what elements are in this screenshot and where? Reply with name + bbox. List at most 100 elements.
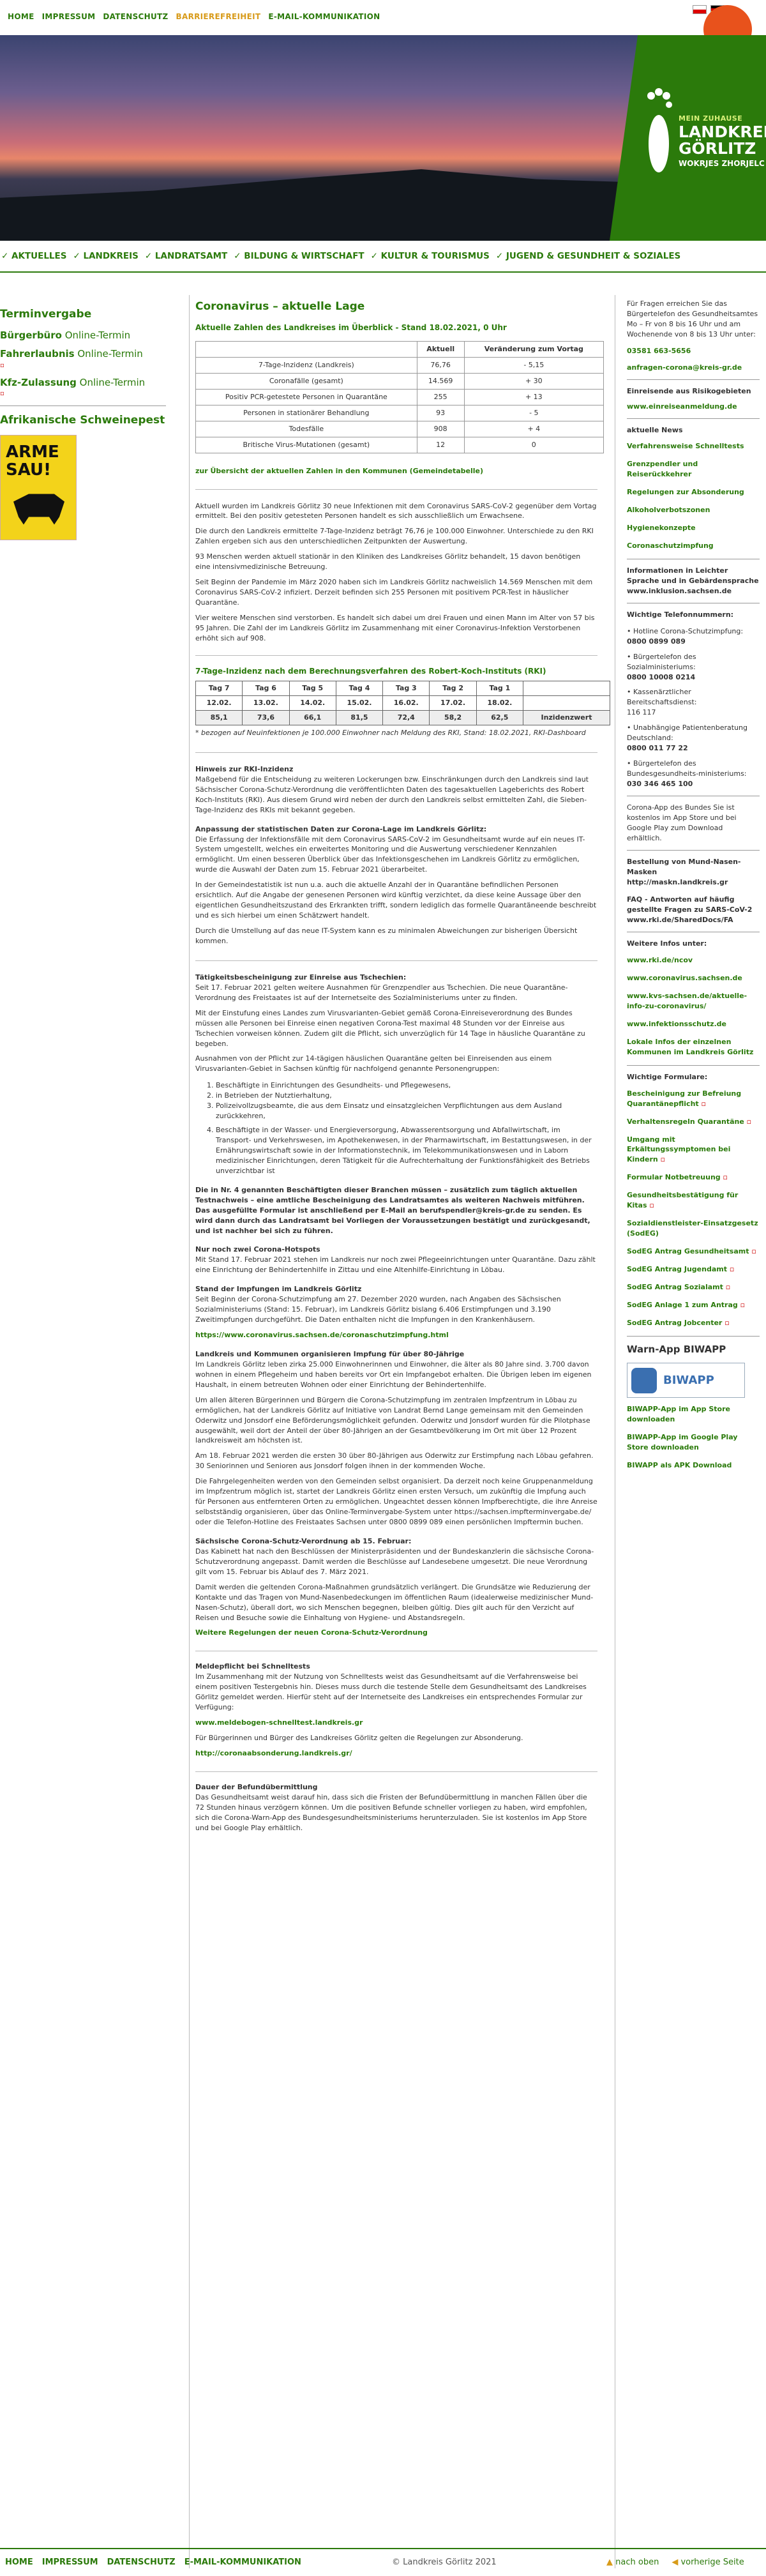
news-link[interactable]: Coronaschutzimpfung [627, 541, 760, 551]
main-nav: ✓ AKTUELLES ✓ LANDKREIS ✓ LANDRATSAMT ✓ … [0, 250, 766, 273]
divider [627, 1064, 760, 1066]
nav-home-link[interactable]: HOME [8, 11, 34, 22]
biwapp-link[interactable]: BIWAPP als APK Download [627, 1460, 760, 1471]
section-heading: Tätigkeitsbescheinigung zur Einreise aus… [195, 973, 407, 981]
info-link[interactable]: www.kvs-sachsen.de/aktuelle-info-zu-coro… [627, 991, 760, 1011]
paragraph: Im Zusammenhang mit der Nutzung von Schn… [195, 1672, 587, 1712]
news-link[interactable]: Verfahrensweise Schnelltests [627, 441, 760, 451]
form-link[interactable]: Umgang mit Erkältungssymptomen bei Kinde… [627, 1135, 760, 1165]
info-link[interactable]: www.coronavirus.sachsen.de [627, 973, 760, 983]
biwapp-logo[interactable]: BIWAPP [627, 1363, 745, 1398]
copyright: © Landkreis Görlitz 2021 [392, 2557, 497, 2567]
faq-link[interactable]: FAQ - Antworten auf häufig gestellte Fra… [627, 895, 760, 925]
leichte-sprache-link[interactable]: Informationen in Leichter Sprache und in… [627, 566, 760, 596]
absonderung-link[interactable]: http://coronaabsonderung.landkreis.gr/ [195, 1748, 597, 1759]
main-nav-jugend[interactable]: ✓ JUGEND & GESUNDHEIT & SOZIALES [496, 250, 680, 271]
footer-impressum-link[interactable]: IMPRESSUM [42, 2557, 98, 2569]
flag-icon[interactable] [693, 5, 707, 14]
meldebogen-link[interactable]: www.meldebogen-schnelltest.landkreis.gr [195, 1718, 597, 1728]
biwapp-link[interactable]: BIWAPP-App im App Store downloaden [627, 1404, 760, 1425]
section-heading: Dauer der Befundübermittlung [195, 1782, 318, 1791]
inzidenz-title: 7-Tage-Inzidenz nach dem Berechnungsverf… [195, 666, 546, 676]
pdf-icon: ▫ [746, 1117, 752, 1126]
news-link[interactable]: Regelungen zur Absonderung [627, 487, 760, 497]
nav-datenschutz-link[interactable]: DATENSCHUTZ [103, 11, 168, 22]
main-nav-kultur[interactable]: ✓ KULTUR & TOURISMUS [371, 250, 490, 271]
divider [627, 379, 760, 380]
impfung-link[interactable]: https://www.coronavirus.sachsen.de/coron… [195, 1330, 597, 1340]
paragraph: Das Gesundheitsamt weist darauf hin, das… [195, 1792, 587, 1832]
info-link[interactable]: www.rki.de/ncov [627, 955, 760, 966]
table-row: Todesfälle 908 + 4 [195, 420, 605, 437]
form-link[interactable]: Gesundheitsbestätigung für Kitas ▫ [627, 1190, 760, 1211]
gemeinde-link[interactable]: zur Übersicht der aktuellen Zahlen in de… [195, 466, 597, 476]
telefon-list: • Hotline Corona-Schutzimpfung: 0800 0899… [627, 626, 760, 789]
paragraph: Um allen älteren Bürgerinnen und Bürgern… [195, 1395, 590, 1445]
einreise-link[interactable]: www.einreiseanmeldung.de [627, 402, 760, 412]
main-nav-landkreis[interactable]: ✓ LANDKREIS [73, 250, 138, 271]
form-link[interactable]: SodEG Antrag Jugendamt ▫ [627, 1264, 760, 1275]
paragraph: Für Bürgerinnen und Bürger des Landkreis… [195, 1734, 523, 1743]
nav-email-link[interactable]: E-MAIL-KOMMUNIKATION [268, 11, 380, 22]
logo-sorbian: WOKRJES ZHORJELC [679, 158, 765, 168]
sscv-link[interactable]: Weitere Regelungen der neuen Corona-Schu… [195, 1628, 597, 1638]
buergerbuero-link[interactable]: Bürgerbüro Online-Termin [0, 329, 166, 343]
form-link[interactable]: Formular Notbetreuung ▫ [627, 1172, 760, 1183]
form-link[interactable]: Verhaltensregeln Quarantäne ▫ [627, 1117, 760, 1127]
paragraph: Vier weitere Menschen sind verstorben. E… [195, 613, 595, 642]
main-nav-aktuelles[interactable]: ✓ AKTUELLES [1, 250, 66, 271]
asp-heading: Afrikanische Schweinepest [0, 413, 165, 427]
info-link[interactable]: Lokale Infos der einzelnen Kommunen im L… [627, 1037, 760, 1057]
column-divider [189, 295, 190, 2568]
masken-link[interactable]: Bestellung von Mund-Nasen-Masken http://… [627, 857, 760, 888]
pdf-icon: ▫ [725, 1318, 730, 1327]
page-title: Coronavirus – aktuelle Lage [195, 300, 365, 313]
hotline-email[interactable]: anfragen-corona@kreis-gr.de [627, 363, 760, 373]
footer-email-link[interactable]: E-MAIL-KOMMUNIKATION [184, 2557, 301, 2569]
form-link[interactable]: SodEG Antrag Sozialamt ▫ [627, 1282, 760, 1292]
main-nav-bildung[interactable]: ✓ BILDUNG & WIRTSCHAFT [234, 250, 364, 271]
table-row: Britische Virus-Mutationen (gesamt) 12 0 [195, 436, 605, 453]
divider [0, 405, 166, 406]
pdf-icon: ▫ [740, 1300, 746, 1309]
nav-barrierefreiheit-link[interactable]: BARRIEREFREIHEIT [176, 11, 261, 22]
hotline-phone[interactable]: 03581 663-5656 [627, 346, 760, 356]
footer-datenschutz-link[interactable]: DATENSCHUTZ [107, 2557, 176, 2569]
news-link[interactable]: Alkoholverbotszonen [627, 505, 760, 515]
previous-page-link[interactable]: ◀ vorherige Seite [672, 2557, 744, 2569]
asp-warning-image[interactable]: ARME SAU! [0, 434, 77, 540]
paragraph: Die Fahrgelegenheiten werden von den Gem… [195, 1477, 597, 1527]
biwapp-label: BIWAPP [663, 1373, 714, 1387]
biwapp-icon [631, 1367, 657, 1393]
paragraph: Die durch den Landkreis ermittelte 7-Tag… [195, 527, 594, 546]
news-link[interactable]: Hygienekonzepte [627, 523, 760, 533]
paragraph: Seit Beginn der Corona-Schutzimpfung am … [195, 1295, 561, 1324]
pdf-icon: ▫ [701, 1099, 706, 1108]
terminvergabe-heading: Terminvergabe [0, 308, 92, 321]
paragraph: Damit werden die geltenden Corona-Maßnah… [195, 1582, 594, 1622]
back-to-top-link[interactable]: ▲ nach oben [606, 2557, 659, 2569]
form-link[interactable]: Bescheinigung zur Befreiung Quarantänepf… [627, 1089, 760, 1109]
nav-impressum-link[interactable]: IMPRESSUM [42, 11, 96, 22]
pdf-icon: ▫ [723, 1173, 728, 1182]
form-link[interactable]: SodEG Anlage 1 zum Antrag ▫ [627, 1300, 760, 1310]
kfz-link[interactable]: Kfz-Zulassung Online-Termin ▫ [0, 376, 166, 399]
form-link[interactable]: SodEG Antrag Gesundheitsamt ▫ [627, 1246, 760, 1257]
paragraph: Am 18. Februar 2021 werden die ersten 30… [195, 1451, 594, 1471]
section-heading: Meldepflicht bei Schnelltests [195, 1662, 310, 1671]
logo-text[interactable]: MEIN ZUHAUSE LANDKREIS GÖRLITZ WOKRJES Z… [679, 114, 766, 169]
info-link[interactable]: www.infektionsschutz.de [627, 1019, 760, 1029]
divider [195, 1771, 597, 1772]
list-item: Polizeivollzugsbeamte, die aus dem Einsa… [216, 1101, 597, 1121]
form-link[interactable]: Sozialdienstleister-Einsatzgesetz (SodEG… [627, 1218, 760, 1239]
biwapp-link[interactable]: BIWAPP-App im Google Play Store download… [627, 1432, 760, 1453]
main-nav-landratsamt[interactable]: ✓ LANDRATSAMT [145, 250, 227, 271]
divider [195, 489, 597, 490]
news-link[interactable]: Grenzpendler und Reiserückkehrer [627, 459, 760, 480]
footer-home-link[interactable]: HOME [5, 2557, 33, 2569]
news-heading: aktuelle News [627, 425, 683, 434]
footer: HOME IMPRESSUM DATENSCHUTZ E-MAIL-KOMMUN… [0, 2548, 766, 2576]
formulare-heading: Wichtige Formulare: [627, 1072, 708, 1081]
fahrerlaubnis-link[interactable]: Fahrerlaubnis Online-Termin ▫ [0, 347, 166, 370]
form-link[interactable]: SodEG Antrag Jobcenter ▫ [627, 1318, 760, 1328]
